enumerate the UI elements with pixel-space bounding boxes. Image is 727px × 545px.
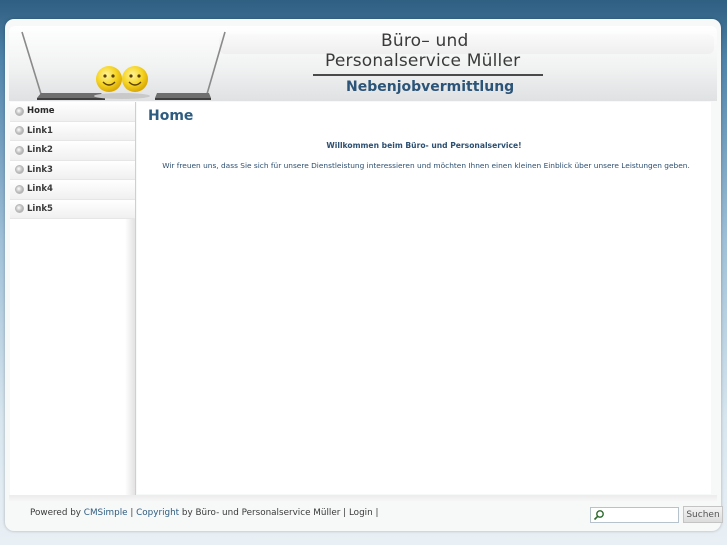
brand-title-line2: Personalservice Müller — [325, 51, 521, 71]
laptop-icon — [155, 31, 226, 100]
bullet-icon — [15, 204, 24, 214]
search-input[interactable] — [606, 508, 676, 521]
smiley-icon — [94, 66, 150, 99]
page-title: Home — [148, 108, 194, 124]
cmsimple-link[interactable]: CMSimple — [84, 508, 128, 518]
intro-text: Wir freuen uns, dass Sie sich für unsere… — [162, 161, 690, 170]
main-content: Home Willkommen beim Büro- und Personals… — [137, 102, 711, 494]
footer-separator: | — [343, 508, 347, 518]
search-icon — [593, 510, 604, 521]
sidebar-item-label: Link1 — [27, 125, 53, 136]
footer-divider — [9, 495, 717, 501]
brand-title-line1: Büro– und — [381, 31, 469, 51]
search-box — [590, 507, 679, 523]
sidebar-item-link2[interactable]: Link2 — [10, 141, 135, 161]
sidebar-item-label: Link4 — [27, 184, 53, 195]
sidebar-item-home[interactable]: Home — [10, 102, 135, 122]
sidebar-item-label: Link3 — [27, 164, 53, 175]
bullet-icon — [15, 126, 24, 136]
bullet-icon — [15, 165, 24, 175]
sidebar-item-label: Link5 — [27, 203, 53, 214]
bullet-icon — [15, 106, 24, 116]
bullet-icon — [15, 145, 24, 155]
sidebar-item-link1[interactable]: Link1 — [10, 121, 135, 141]
sidebar-item-link3[interactable]: Link3 — [10, 160, 135, 180]
footer-separator: | — [130, 508, 134, 518]
footer-powered-label: Powered by — [30, 508, 81, 518]
sidebar-item-label: Link2 — [27, 145, 53, 156]
footer-owner-text: by Büro- und Personalservice Müller — [181, 508, 341, 518]
footer-separator: | — [375, 508, 379, 518]
site-header: Büro– und Personalservice Müller Nebenjo… — [9, 26, 717, 101]
copyright-link[interactable]: Copyright — [136, 508, 179, 518]
welcome-text: Willkommen beim Büro- und Personalservic… — [326, 141, 522, 150]
search-button[interactable]: Suchen — [683, 506, 723, 523]
sidebar-item-link4[interactable]: Link4 — [10, 180, 135, 200]
sidebar-item-label: Home — [27, 106, 55, 117]
sidebar-item-link5[interactable]: Link5 — [10, 199, 135, 219]
sidebar-nav: Home Link1 Link2 Link3 Link4 Link5 — [10, 102, 136, 498]
brand-divider — [313, 74, 543, 76]
site-footer: Powered by CMSimple | Copyright by Büro-… — [30, 508, 378, 518]
bullet-icon — [15, 184, 24, 194]
brand-subtitle: Nebenjobvermittlung — [346, 79, 515, 95]
login-link[interactable]: Login — [349, 508, 373, 518]
